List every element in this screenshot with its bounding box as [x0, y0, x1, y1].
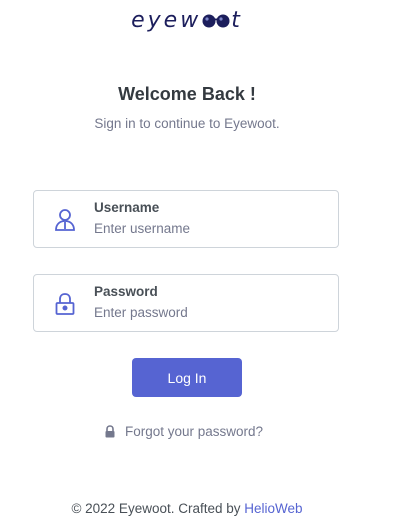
page-subtitle: Sign in to continue to Eyewoot.: [94, 116, 280, 131]
footer: © 2022 Eyewoot. Crafted by HelioWeb: [0, 501, 374, 516]
password-label: Password: [94, 284, 158, 299]
helioweb-link[interactable]: HelioWeb: [244, 501, 302, 516]
brand-logo: eyew t: [0, 8, 374, 35]
password-input[interactable]: [94, 305, 324, 320]
forgot-password-label: Forgot your password?: [125, 424, 264, 439]
login-button[interactable]: Log In: [132, 358, 242, 397]
user-icon: [54, 208, 76, 232]
footer-text: © 2022 Eyewoot. Crafted by: [71, 501, 241, 516]
lock-icon: [104, 425, 116, 438]
forgot-password-link[interactable]: Forgot your password?: [104, 424, 263, 439]
username-input[interactable]: [94, 221, 324, 236]
brand-logo-suffix: t: [231, 8, 243, 33]
brand-logo-prefix: eyew: [131, 8, 202, 33]
username-field[interactable]: Username: [33, 190, 339, 248]
username-label: Username: [94, 200, 160, 215]
page-title: Welcome Back !: [118, 84, 256, 104]
password-field[interactable]: Password: [33, 274, 339, 332]
sunglasses-icon: [202, 10, 230, 35]
lock-icon: [54, 292, 76, 316]
